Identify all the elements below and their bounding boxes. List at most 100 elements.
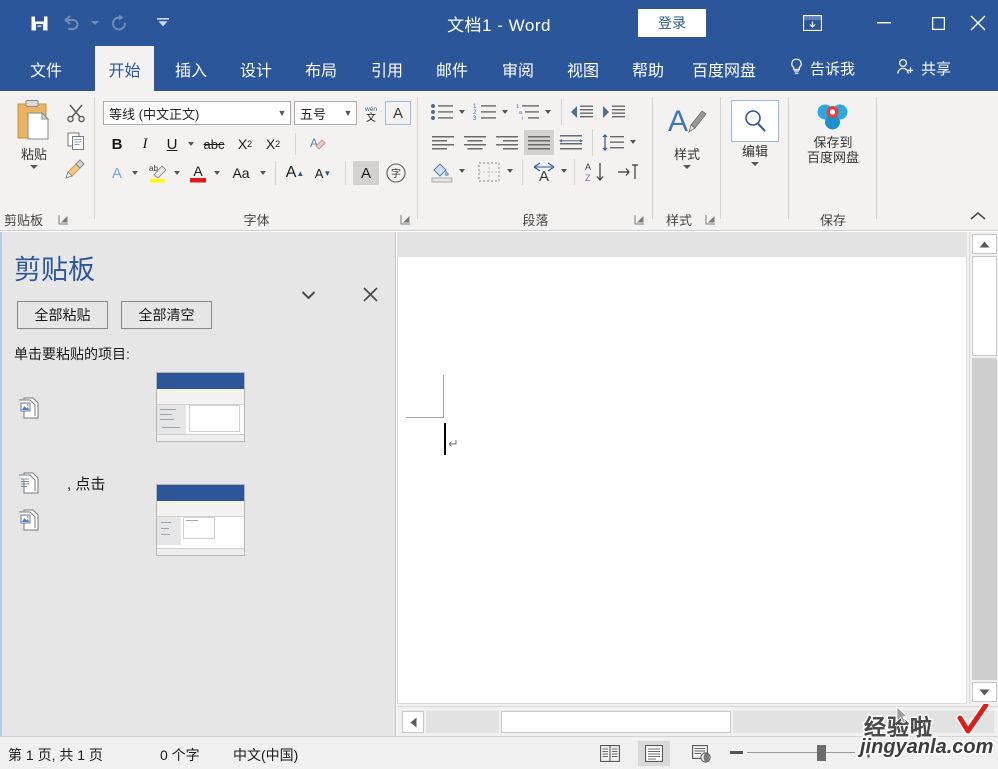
scroll-down-icon[interactable] bbox=[972, 682, 997, 702]
text-effects-dropdown-icon[interactable] bbox=[132, 171, 138, 175]
align-right-button[interactable] bbox=[492, 130, 522, 155]
tab-layout[interactable]: 布局 bbox=[291, 46, 351, 91]
decrease-indent-button[interactable] bbox=[568, 100, 596, 124]
styles-dialog-launcher[interactable] bbox=[705, 214, 717, 226]
minimize-icon[interactable] bbox=[862, 8, 906, 38]
shading-dropdown-icon[interactable] bbox=[459, 169, 465, 173]
superscript-button[interactable]: X2 bbox=[261, 132, 285, 156]
zoom-out-button[interactable] bbox=[730, 751, 743, 754]
undo-dropdown-icon[interactable] bbox=[88, 8, 102, 38]
horizontal-scroll-thumb[interactable] bbox=[501, 711, 731, 733]
tab-mailings[interactable]: 邮件 bbox=[422, 46, 482, 91]
clipboard-item[interactable] bbox=[0, 372, 396, 447]
tab-references[interactable]: 引用 bbox=[357, 46, 417, 91]
tab-home[interactable]: 开始 bbox=[95, 46, 154, 91]
copy-button[interactable] bbox=[62, 128, 90, 154]
chevron-down-icon[interactable]: ▼ bbox=[340, 108, 356, 118]
tell-me-box[interactable]: 告诉我 bbox=[789, 46, 855, 91]
bullets-dropdown-icon[interactable] bbox=[459, 110, 465, 114]
shading-button[interactable] bbox=[428, 159, 456, 185]
line-spacing-button[interactable] bbox=[599, 130, 627, 155]
font-name-combo[interactable]: 等线 (中文正文) ▼ bbox=[103, 101, 291, 125]
justify-button[interactable] bbox=[524, 130, 554, 155]
zoom-slider-track[interactable] bbox=[747, 752, 855, 753]
save-to-baidu-netdisk-button[interactable]: 保存到 百度网盘 bbox=[799, 101, 867, 165]
read-mode-view-button[interactable] bbox=[594, 741, 626, 766]
share-button[interactable]: 共享 bbox=[896, 46, 951, 91]
tab-insert[interactable]: 插入 bbox=[161, 46, 221, 91]
character-border-button[interactable]: A bbox=[385, 101, 411, 125]
ribbon-display-options-icon[interactable] bbox=[790, 8, 834, 38]
italic-button[interactable]: I bbox=[133, 132, 157, 156]
sort-button[interactable]: A Z bbox=[581, 159, 609, 185]
clipboard-item[interactable] bbox=[0, 484, 396, 562]
show-formatting-marks-button[interactable] bbox=[614, 159, 642, 185]
document-page[interactable]: ↵ bbox=[397, 257, 967, 704]
format-painter-button[interactable] bbox=[62, 156, 90, 182]
clipboard-dialog-launcher[interactable] bbox=[58, 214, 70, 226]
shrink-font-button[interactable]: A ▼ bbox=[311, 161, 335, 185]
paste-all-button[interactable]: 全部粘贴 bbox=[17, 301, 108, 329]
bullets-button[interactable] bbox=[428, 100, 456, 124]
change-case-button[interactable]: Aa bbox=[225, 161, 257, 185]
paste-dropdown-icon[interactable] bbox=[30, 165, 38, 169]
chevron-down-icon[interactable]: ▼ bbox=[274, 108, 290, 118]
phonetic-guide-button[interactable]: wén 文 bbox=[359, 101, 383, 125]
align-center-button[interactable] bbox=[460, 130, 490, 155]
distribute-button[interactable] bbox=[556, 130, 586, 155]
text-direction-dropdown-icon[interactable] bbox=[561, 169, 567, 173]
horizontal-scroll-track-left[interactable] bbox=[426, 711, 499, 733]
clear-formatting-button[interactable]: A bbox=[302, 132, 330, 156]
page-info-label[interactable]: 第 1 页, 共 1 页 bbox=[8, 745, 103, 765]
document-area[interactable]: ↵ bbox=[397, 232, 998, 736]
tab-view[interactable]: 视图 bbox=[553, 46, 613, 91]
multilevel-dropdown-icon[interactable] bbox=[545, 110, 551, 114]
line-spacing-dropdown-icon[interactable] bbox=[630, 140, 636, 144]
word-count-label[interactable]: 0 个字 bbox=[160, 745, 200, 765]
tab-baidu-netdisk[interactable]: 百度网盘 bbox=[678, 46, 770, 91]
change-case-dropdown-icon[interactable] bbox=[260, 171, 266, 175]
scroll-up-icon[interactable] bbox=[972, 234, 997, 254]
styles-button[interactable]: A 样式 bbox=[661, 101, 713, 169]
text-effects-button[interactable]: A bbox=[105, 161, 129, 185]
underline-dropdown-icon[interactable] bbox=[188, 142, 194, 146]
font-color-button[interactable]: A bbox=[185, 159, 211, 186]
cut-button[interactable] bbox=[62, 100, 90, 126]
close-icon[interactable] bbox=[960, 8, 996, 38]
editing-dropdown-icon[interactable] bbox=[751, 162, 759, 166]
strikethrough-button[interactable]: abc bbox=[199, 132, 229, 156]
tab-design[interactable]: 设计 bbox=[226, 46, 286, 91]
styles-dropdown-icon[interactable] bbox=[683, 165, 691, 169]
grow-font-button[interactable]: A ▲ bbox=[283, 161, 307, 185]
language-label[interactable]: 中文(中国) bbox=[233, 745, 298, 765]
font-size-combo[interactable]: 五号 ▼ bbox=[294, 101, 357, 125]
zoom-slider-thumb[interactable] bbox=[817, 745, 826, 761]
customize-qat-icon[interactable] bbox=[148, 8, 178, 38]
font-color-dropdown-icon[interactable] bbox=[214, 171, 220, 175]
borders-dropdown-icon[interactable] bbox=[507, 169, 513, 173]
bold-button[interactable]: B bbox=[105, 132, 129, 156]
save-icon[interactable] bbox=[24, 8, 54, 38]
text-highlight-button[interactable]: ab bbox=[143, 159, 171, 186]
sign-in-button[interactable]: 登录 bbox=[638, 9, 706, 37]
character-shading-button[interactable]: A bbox=[353, 161, 379, 185]
collapse-ribbon-icon[interactable] bbox=[966, 206, 990, 226]
multilevel-list-button[interactable]: 1 a i bbox=[514, 100, 542, 124]
underline-button[interactable]: U bbox=[160, 132, 184, 156]
enclose-characters-button[interactable]: 字 bbox=[383, 161, 409, 185]
maximize-icon[interactable] bbox=[916, 8, 960, 38]
print-layout-view-button[interactable] bbox=[638, 741, 670, 766]
borders-button[interactable] bbox=[474, 159, 504, 185]
pane-options-dropdown-icon[interactable] bbox=[296, 284, 320, 306]
tab-help[interactable]: 帮助 bbox=[618, 46, 678, 91]
font-dialog-launcher[interactable] bbox=[400, 214, 412, 226]
subscript-button[interactable]: X2 bbox=[233, 132, 257, 156]
zoom-in-button[interactable] bbox=[862, 745, 876, 759]
paste-button[interactable]: 粘贴 bbox=[6, 99, 62, 169]
align-left-button[interactable] bbox=[428, 130, 458, 155]
increase-indent-button[interactable] bbox=[600, 100, 628, 124]
editing-button[interactable]: 编辑 bbox=[730, 100, 780, 166]
text-direction-button[interactable]: A bbox=[530, 159, 558, 185]
highlight-dropdown-icon[interactable] bbox=[174, 171, 180, 175]
clear-all-button[interactable]: 全部清空 bbox=[121, 301, 212, 329]
